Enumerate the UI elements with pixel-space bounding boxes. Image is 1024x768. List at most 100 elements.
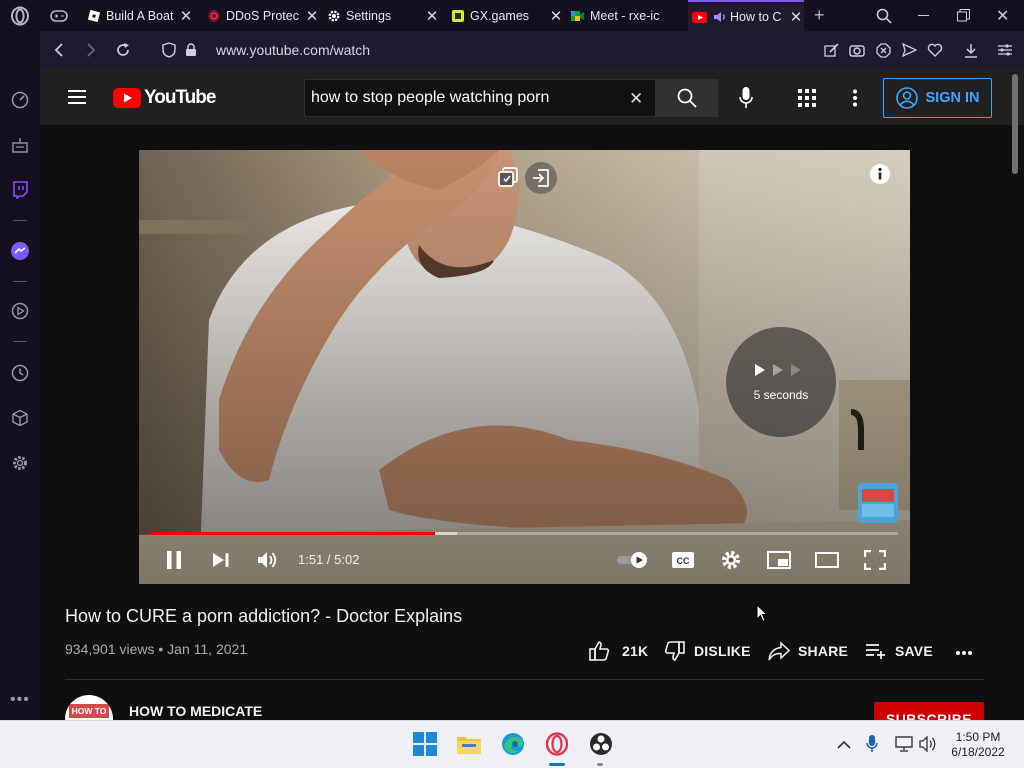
youtube-logo[interactable]: YouTube xyxy=(113,87,216,109)
theater-mode-button[interactable] xyxy=(814,548,840,572)
camera-icon[interactable] xyxy=(846,39,868,61)
active-app-indicator xyxy=(549,763,565,766)
system-clock[interactable]: 1:50 PM 6/18/2022 xyxy=(946,730,1010,760)
browser-tab-strip: Build A Boat ✕ DDoS Protec ✕ Settings ✕ … xyxy=(0,0,1024,31)
hamburger-menu-icon[interactable] xyxy=(68,90,86,109)
close-tab-icon[interactable]: ✕ xyxy=(548,7,564,25)
like-button[interactable]: 21K xyxy=(588,638,648,664)
clear-search-icon[interactable]: ✕ xyxy=(629,89,643,109)
dislike-button[interactable]: DISLIKE xyxy=(664,638,751,664)
video-player[interactable]: 5 seconds 1:51 / 5:02 CC xyxy=(139,150,910,584)
channel-watermark[interactable] xyxy=(858,483,898,523)
url-text[interactable]: www.youtube.com/watch xyxy=(216,42,370,58)
microphone-tray-icon[interactable] xyxy=(866,735,878,758)
network-icon[interactable] xyxy=(895,736,913,757)
clock-date: 6/18/2022 xyxy=(951,745,1005,759)
speaker-tray-icon[interactable] xyxy=(919,735,939,757)
time-display: 1:51 / 5:02 xyxy=(298,552,360,567)
edit-icon[interactable] xyxy=(820,39,842,61)
played-fill xyxy=(151,532,435,535)
channel-name[interactable]: HOW TO MEDICATE xyxy=(129,703,262,719)
theater-mode-icon xyxy=(815,552,839,568)
heart-icon[interactable] xyxy=(924,39,946,61)
settings-gear-icon[interactable] xyxy=(10,453,30,473)
volume-button[interactable] xyxy=(255,548,281,572)
twitch-icon[interactable] xyxy=(10,180,30,200)
save-button[interactable]: SAVE xyxy=(865,638,933,664)
gx-corner-icon[interactable] xyxy=(10,135,30,155)
tab-title: DDoS Protec xyxy=(226,8,299,23)
tab-ddos-protection[interactable]: DDoS Protec ✕ xyxy=(200,0,320,31)
info-icon[interactable] xyxy=(868,162,892,186)
chevron-up-icon[interactable] xyxy=(837,737,851,755)
share-overlay-icon[interactable] xyxy=(525,162,557,194)
more-actions-icon[interactable] xyxy=(955,643,973,661)
more-vert-icon[interactable] xyxy=(852,89,858,112)
forward-icon[interactable] xyxy=(80,39,102,61)
close-tab-icon[interactable]: ✕ xyxy=(304,7,320,25)
search-input[interactable] xyxy=(311,80,627,116)
search-box: ✕ xyxy=(304,79,656,117)
microphone-icon[interactable] xyxy=(739,87,753,114)
fullscreen-button[interactable] xyxy=(862,548,888,572)
next-button[interactable] xyxy=(209,548,233,572)
watch-later-icon[interactable] xyxy=(494,163,522,191)
search-button[interactable] xyxy=(655,79,718,117)
reload-icon[interactable] xyxy=(112,39,134,61)
easy-setup-icon[interactable] xyxy=(994,39,1016,61)
next-track-icon xyxy=(213,553,229,567)
close-tab-icon[interactable]: ✕ xyxy=(178,7,194,25)
close-window-icon[interactable]: ✕ xyxy=(996,6,1009,26)
windows-start-icon[interactable] xyxy=(411,730,439,758)
tab-settings[interactable]: Settings ✕ xyxy=(320,0,440,31)
sign-in-button[interactable]: SIGN IN xyxy=(883,78,992,118)
minimize-icon[interactable] xyxy=(918,15,929,16)
tab-gx-games[interactable]: GX.games ✕ xyxy=(444,0,564,31)
obs-icon[interactable] xyxy=(587,730,615,758)
subtitles-button[interactable]: CC xyxy=(670,548,696,572)
speed-dial-icon[interactable] xyxy=(10,90,30,110)
autoplay-toggle[interactable] xyxy=(614,549,650,571)
seek-forward-overlay: 5 seconds xyxy=(726,327,836,437)
pause-button[interactable] xyxy=(162,548,186,572)
tab-youtube-active[interactable]: How to C ✕ xyxy=(688,0,804,31)
opera-gx-icon[interactable] xyxy=(543,730,571,758)
miniplayer-button[interactable] xyxy=(766,548,792,572)
edge-icon[interactable] xyxy=(499,730,527,758)
player-icon[interactable] xyxy=(10,301,30,321)
progress-bar[interactable] xyxy=(151,532,898,535)
messenger-icon[interactable] xyxy=(10,241,30,261)
opera-menu-icon[interactable] xyxy=(10,6,30,26)
account-icon xyxy=(895,87,918,109)
page-scrollbar-thumb[interactable] xyxy=(1012,74,1018,174)
download-icon[interactable] xyxy=(960,39,982,61)
restore-icon[interactable] xyxy=(957,9,970,27)
share-button[interactable]: SHARE xyxy=(768,638,848,664)
gamepad-icon[interactable] xyxy=(49,7,69,25)
more-icon[interactable]: ••• xyxy=(10,691,30,709)
file-explorer-icon[interactable] xyxy=(455,730,483,758)
back-icon[interactable] xyxy=(48,39,70,61)
close-tab-icon[interactable]: ✕ xyxy=(424,7,440,25)
tab-build-a-boat[interactable]: Build A Boat ✕ xyxy=(80,0,194,31)
tab-google-meet[interactable]: Meet - rxe-ic xyxy=(566,0,686,31)
dislike-label: DISLIKE xyxy=(694,643,751,659)
video-meta: 934,901 views • Jan 11, 2021 xyxy=(65,641,248,657)
settings-button[interactable] xyxy=(719,548,743,572)
ad-block-icon[interactable] xyxy=(872,39,894,61)
extensions-cube-icon[interactable] xyxy=(10,408,30,428)
content-divider xyxy=(65,679,984,680)
speaker-icon[interactable] xyxy=(712,9,727,24)
save-label: SAVE xyxy=(895,643,933,659)
new-tab-icon[interactable]: + xyxy=(814,5,825,26)
apps-grid-icon[interactable] xyxy=(798,89,816,112)
address-bar: www.youtube.com/watch xyxy=(40,31,1024,69)
tab-search-icon[interactable] xyxy=(876,8,892,29)
close-tab-icon[interactable]: ✕ xyxy=(788,8,804,26)
vpn-shield-icon[interactable] xyxy=(158,39,180,61)
mouse-cursor-icon xyxy=(756,603,769,628)
send-icon[interactable] xyxy=(898,39,920,61)
history-icon[interactable] xyxy=(10,363,30,383)
gear-icon xyxy=(326,8,341,23)
svg-text:CC: CC xyxy=(677,556,690,566)
